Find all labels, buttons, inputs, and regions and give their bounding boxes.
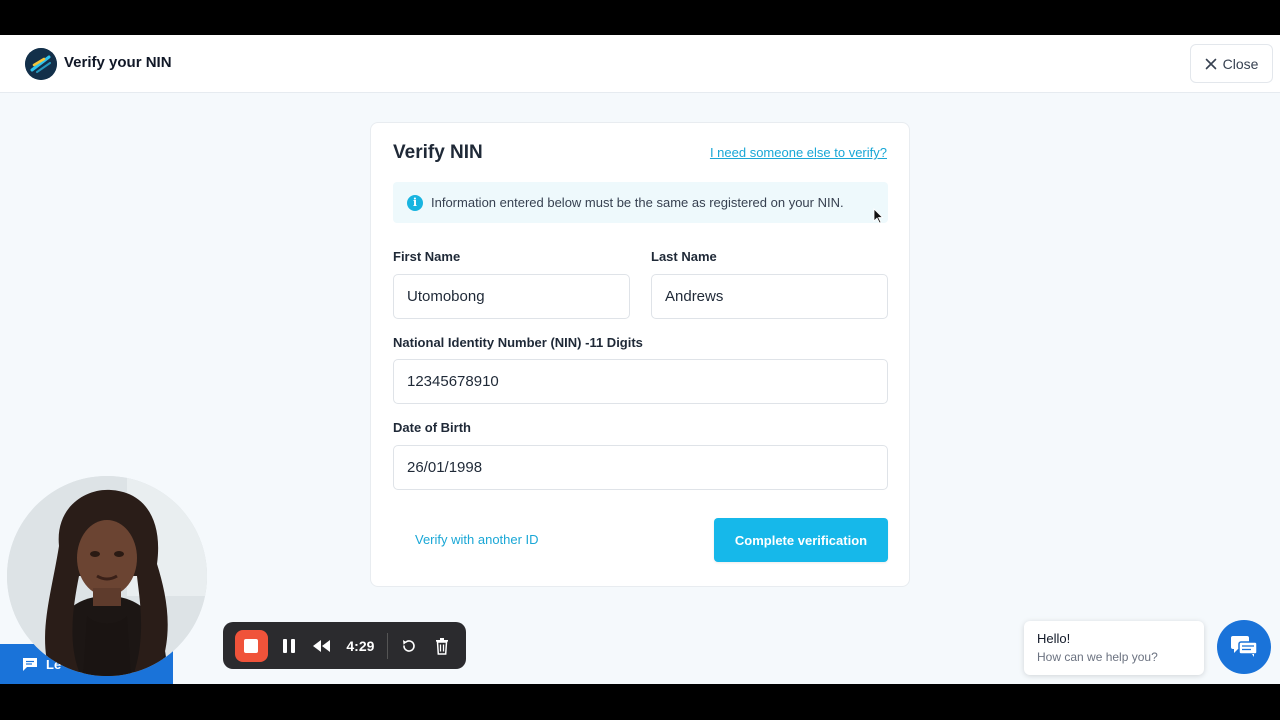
chat-prompt: How can we help you?	[1037, 650, 1158, 664]
restart-button[interactable]	[398, 634, 421, 658]
video-letterbox-top	[0, 0, 1280, 35]
screen-recorder-toolbar: 4:29	[223, 622, 466, 669]
recording-timer: 4:29	[346, 637, 375, 654]
info-notice: i Information entered below must be the …	[393, 182, 888, 223]
rewind-icon	[313, 639, 331, 652]
chat-greeting: Hello!	[1037, 631, 1071, 646]
trash-icon	[436, 637, 449, 655]
stop-icon	[244, 638, 259, 653]
nin-label: National Identity Number (NIN) -11 Digit…	[393, 335, 643, 350]
nin-value: 12345678910	[407, 373, 499, 390]
chat-launcher-button[interactable]	[1217, 620, 1271, 674]
message-icon	[23, 658, 37, 671]
close-button-label: Close	[1222, 55, 1259, 72]
mouse-pointer-icon	[873, 208, 884, 224]
verify-another-id-link[interactable]: Verify with another ID	[415, 532, 539, 547]
dob-label: Date of Birth	[393, 420, 471, 435]
verify-nin-card: Verify NIN I need someone else to verify…	[370, 122, 910, 587]
pause-icon	[283, 638, 296, 653]
last-name-label: Last Name	[651, 249, 717, 264]
card-title: Verify NIN	[393, 142, 483, 163]
info-notice-text: Information entered below must be the sa…	[431, 195, 844, 210]
close-icon	[1205, 58, 1216, 69]
chat-greeting-bubble[interactable]: Hello! How can we help you?	[1024, 621, 1204, 675]
complete-verification-button[interactable]: Complete verification	[714, 518, 888, 562]
rewind-button[interactable]	[311, 634, 334, 658]
pause-button[interactable]	[278, 634, 301, 658]
delete-recording-button[interactable]	[431, 634, 454, 658]
first-name-label: First Name	[393, 249, 461, 264]
someone-else-verify-link[interactable]: I need someone else to verify?	[710, 145, 887, 160]
presenter-video-icon	[7, 476, 207, 676]
toolbar-divider	[386, 632, 388, 659]
dob-value: 26/01/1998	[407, 459, 483, 476]
restart-icon	[403, 639, 416, 652]
dob-field[interactable]: 26/01/1998	[393, 445, 888, 490]
last-name-field[interactable]: Andrews	[651, 274, 888, 319]
stop-recording-button[interactable]	[235, 629, 268, 662]
first-name-field[interactable]: Utomobong	[393, 274, 630, 319]
webcam-overlay	[7, 476, 207, 676]
info-icon: i	[407, 194, 423, 211]
nin-field[interactable]: 12345678910	[393, 359, 888, 404]
page-title: Verify your NIN	[64, 54, 172, 71]
top-bar: Verify your NIN Close	[0, 35, 1280, 93]
last-name-value: Andrews	[665, 288, 724, 305]
app-logo	[25, 48, 57, 80]
first-name-value: Utomobong	[407, 288, 485, 305]
video-letterbox-bottom	[0, 684, 1280, 720]
chat-icon	[1231, 636, 1258, 657]
close-button[interactable]: Close	[1190, 44, 1273, 83]
